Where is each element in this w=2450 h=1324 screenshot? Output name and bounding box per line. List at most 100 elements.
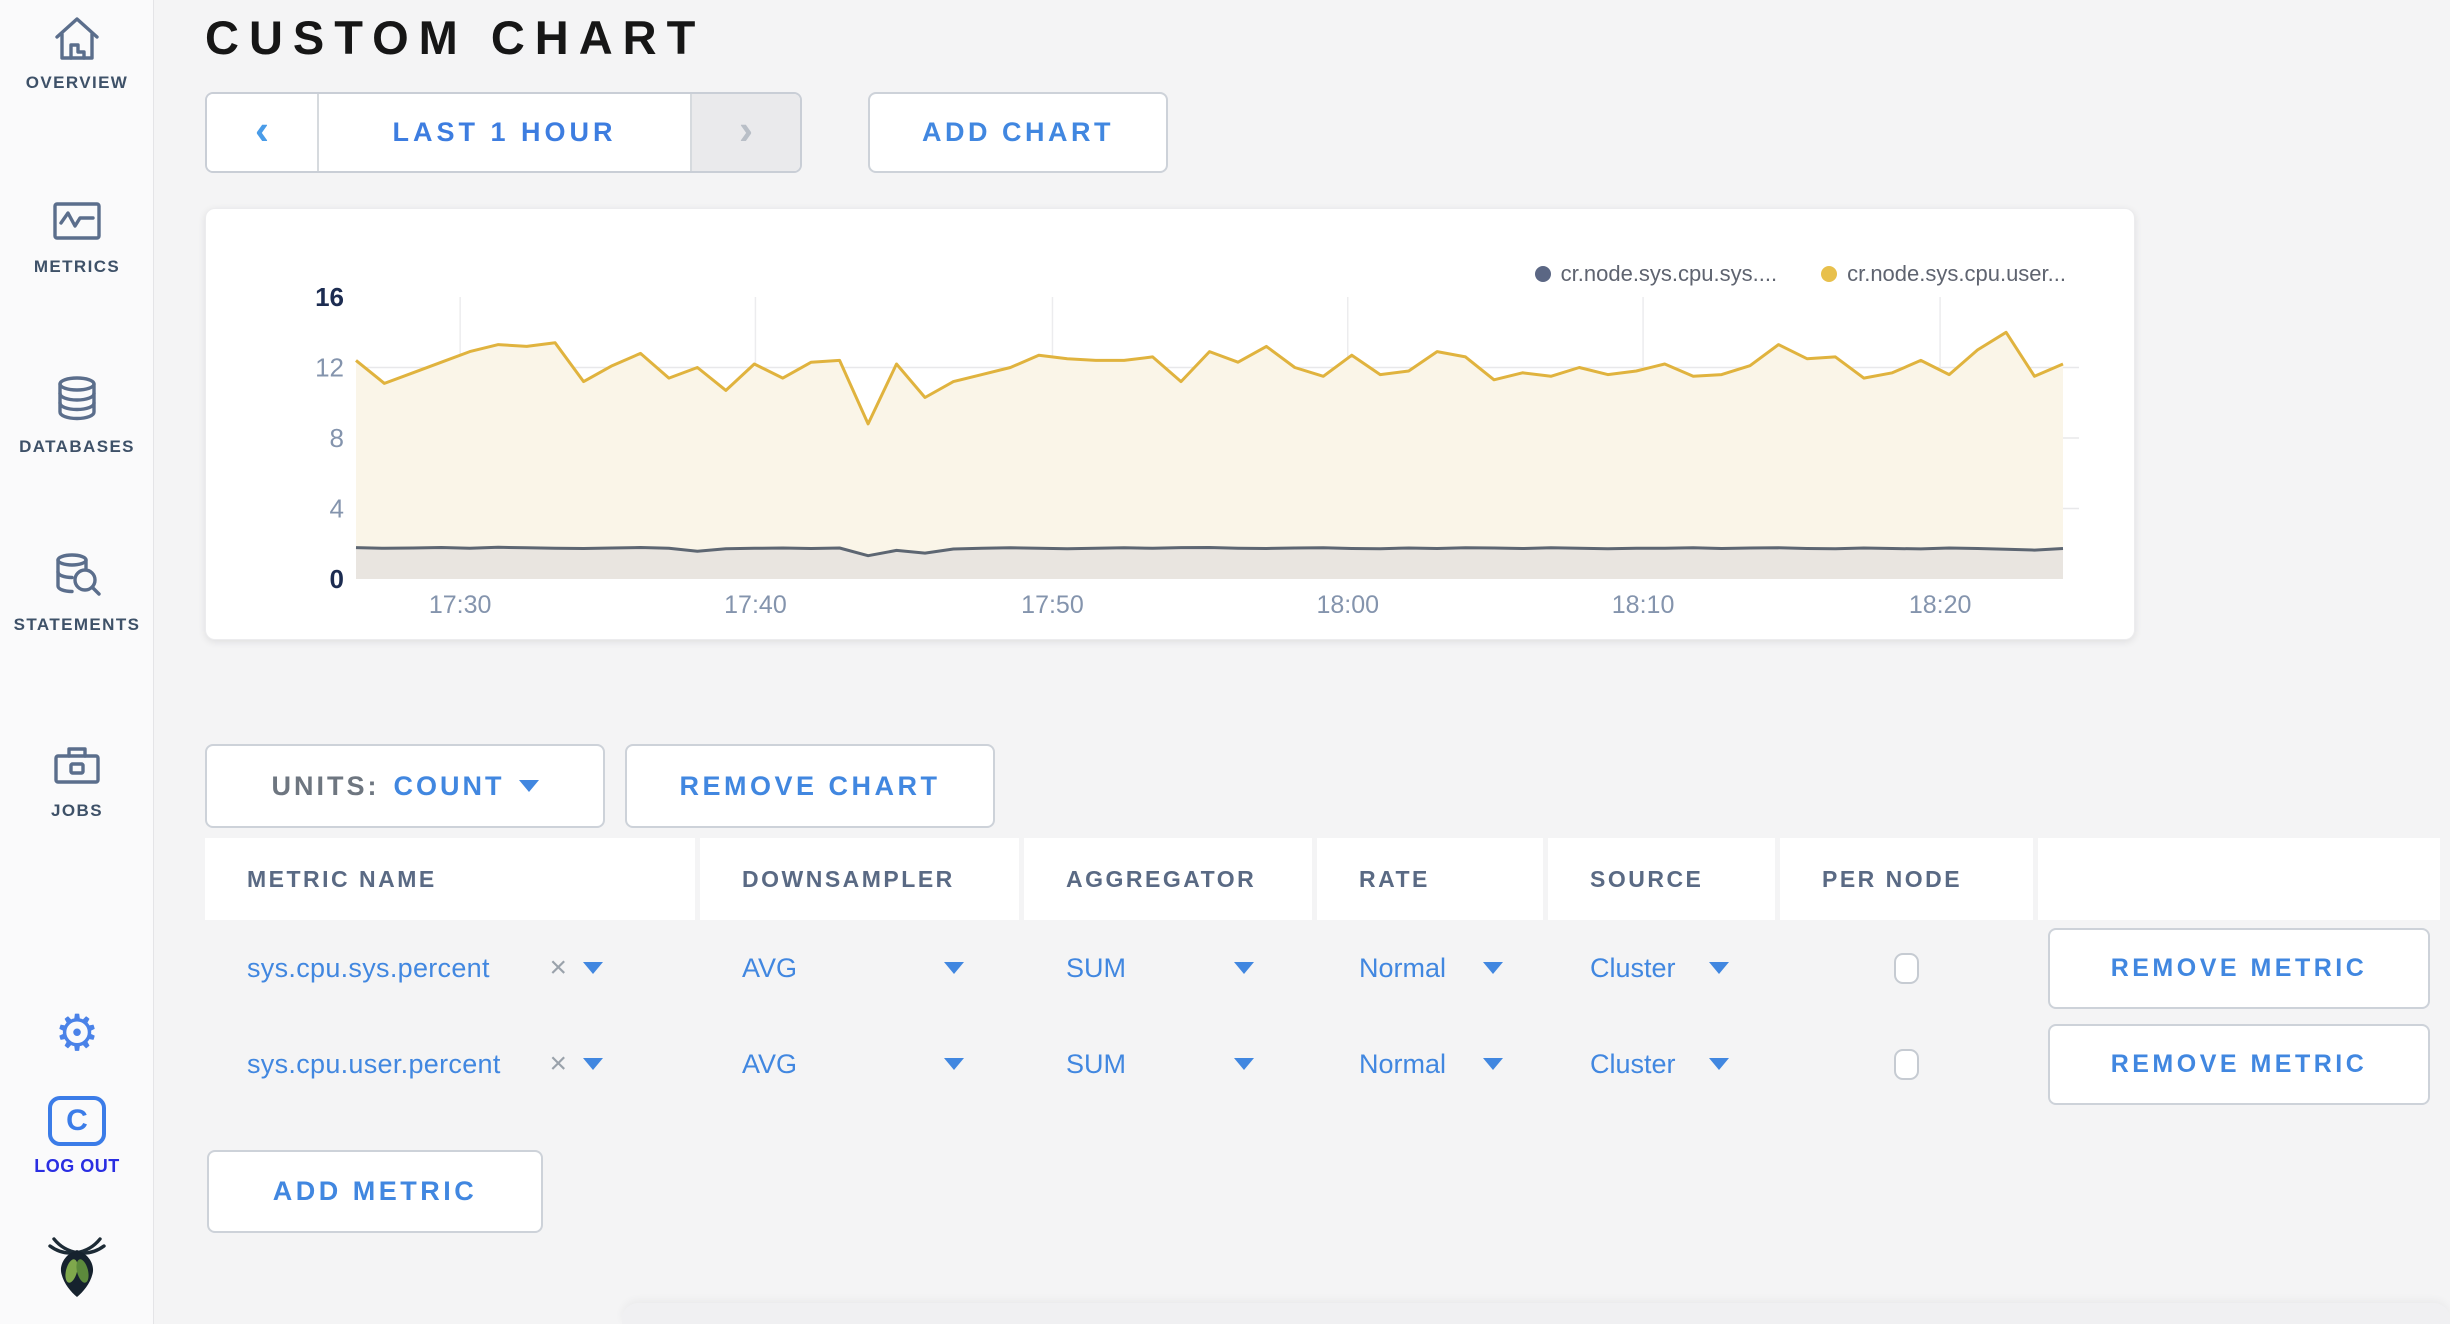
legend-dot-user-icon xyxy=(1821,266,1838,282)
clear-metric-icon[interactable]: × xyxy=(549,1047,567,1081)
svg-text:17:40: 17:40 xyxy=(724,591,787,619)
cockroach-bug-logo xyxy=(0,1234,154,1300)
per-node-cell xyxy=(1780,1016,2033,1112)
caret-down-icon[interactable] xyxy=(583,962,603,974)
caret-down-icon xyxy=(1483,1058,1503,1070)
add-chart-button[interactable]: ADD CHART xyxy=(868,92,1168,173)
header-metric-name: METRIC NAME xyxy=(205,838,695,920)
aggregator-value: SUM xyxy=(1066,1048,1126,1079)
caret-down-icon xyxy=(944,962,964,974)
source-value: Cluster xyxy=(1590,952,1676,983)
clear-metric-icon[interactable]: × xyxy=(549,951,567,985)
sidebar-item-metrics[interactable]: METRICS xyxy=(0,196,154,277)
metrics-table: METRIC NAME DOWNSAMPLER AGGREGATOR RATE … xyxy=(205,838,2440,1112)
chart-legend: cr.node.sys.cpu.sys.... cr.node.sys.cpu.… xyxy=(1534,261,2066,287)
sidebar-item-logout[interactable]: C LOG OUT xyxy=(0,1096,154,1177)
time-range-next-button[interactable]: › xyxy=(690,94,800,171)
metrics-graph-icon xyxy=(53,202,101,240)
metric-row-sys: sys.cpu.sys.percent × AVG SUM Normal Clu… xyxy=(205,920,2440,1016)
sidebar-label-jobs: JOBS xyxy=(51,801,103,820)
downsampler-value: AVG xyxy=(742,1048,798,1079)
svg-text:17:30: 17:30 xyxy=(429,591,492,619)
svg-text:12: 12 xyxy=(315,353,344,383)
header-rate: RATE xyxy=(1317,838,1543,920)
metrics-table-header-row: METRIC NAME DOWNSAMPLER AGGREGATOR RATE … xyxy=(205,838,2440,920)
legend-dot-sys-icon xyxy=(1534,266,1551,282)
caret-down-icon xyxy=(1709,962,1729,974)
next-card-edge xyxy=(622,1303,2450,1324)
legend-item-sys[interactable]: cr.node.sys.cpu.sys.... xyxy=(1534,261,1777,287)
aggregator-value: SUM xyxy=(1066,952,1126,983)
remove-metric-button[interactable]: REMOVE METRIC xyxy=(2048,927,2430,1009)
rate-dropdown[interactable]: Normal xyxy=(1317,920,1543,1016)
units-value: COUNT xyxy=(393,770,505,801)
remove-chart-button[interactable]: REMOVE CHART xyxy=(625,744,995,828)
per-node-checkbox[interactable] xyxy=(1894,1048,1919,1080)
add-metric-button[interactable]: ADD METRIC xyxy=(207,1150,543,1233)
time-range-value-button[interactable]: LAST 1 HOUR xyxy=(319,94,690,171)
sidebar-item-overview[interactable]: OVERVIEW xyxy=(0,14,154,93)
legend-item-user[interactable]: cr.node.sys.cpu.user... xyxy=(1821,261,2066,287)
source-dropdown[interactable]: Cluster xyxy=(1548,920,1775,1016)
sidebar-label-databases: DATABASES xyxy=(19,437,135,456)
aggregator-dropdown[interactable]: SUM xyxy=(1024,920,1312,1016)
caret-down-icon xyxy=(944,1058,964,1070)
rate-value: Normal xyxy=(1359,952,1447,983)
database-search-icon xyxy=(56,553,101,596)
action-cell: REMOVE METRIC xyxy=(2038,1016,2440,1112)
page-title: CUSTOM CHART xyxy=(205,11,706,64)
downsampler-dropdown[interactable]: AVG xyxy=(700,920,1019,1016)
caret-down-icon xyxy=(518,780,539,792)
sidebar-label-metrics: METRICS xyxy=(33,257,121,276)
database-icon xyxy=(58,376,96,421)
rate-dropdown[interactable]: Normal xyxy=(1317,1016,1543,1112)
svg-text:17:50: 17:50 xyxy=(1021,591,1084,619)
sidebar-item-databases[interactable]: DATABASES xyxy=(0,372,154,457)
action-cell: REMOVE METRIC xyxy=(2038,920,2440,1016)
header-aggregator: AGGREGATOR xyxy=(1024,838,1312,920)
units-label: UNITS: xyxy=(271,770,380,801)
legend-label-user: cr.node.sys.cpu.user... xyxy=(1847,261,2066,286)
caret-down-icon xyxy=(1234,1058,1254,1070)
caret-down-icon xyxy=(1483,962,1503,974)
header-downsampler: DOWNSAMPLER xyxy=(700,838,1019,920)
caret-down-icon xyxy=(1709,1058,1729,1070)
custom-chart-page: OVERVIEW METRICS DATABASES STATEMENTS JO… xyxy=(0,0,2450,1324)
settings-button[interactable]: ⚙ xyxy=(0,1008,154,1058)
metric-name-value: sys.cpu.user.percent xyxy=(247,1048,501,1079)
remove-metric-button[interactable]: REMOVE METRIC xyxy=(2048,1023,2430,1105)
svg-text:18:00: 18:00 xyxy=(1316,591,1379,619)
c-logo-letter: C xyxy=(66,1104,88,1137)
per-node-checkbox[interactable] xyxy=(1894,952,1919,984)
caret-down-icon[interactable] xyxy=(583,1058,603,1070)
logout-label: LOG OUT xyxy=(34,1156,120,1176)
aggregator-dropdown[interactable]: SUM xyxy=(1024,1016,1312,1112)
cockroach-bug-icon xyxy=(48,1237,106,1297)
svg-text:0: 0 xyxy=(330,564,344,594)
sidebar-label-statements: STATEMENTS xyxy=(13,615,141,634)
source-value: Cluster xyxy=(1590,1048,1676,1079)
metric-name-value: sys.cpu.sys.percent xyxy=(247,952,490,983)
svg-text:4: 4 xyxy=(330,494,344,524)
metric-row-user: sys.cpu.user.percent × AVG SUM Normal Cl… xyxy=(205,1016,2440,1112)
metric-name-cell[interactable]: sys.cpu.sys.percent × xyxy=(205,920,695,1016)
downsampler-dropdown[interactable]: AVG xyxy=(700,1016,1019,1112)
rate-value: Normal xyxy=(1359,1048,1447,1079)
chart-card: cr.node.sys.cpu.sys.... cr.node.sys.cpu.… xyxy=(205,208,2135,640)
caret-down-icon xyxy=(1234,962,1254,974)
briefcase-icon xyxy=(54,747,100,784)
sidebar: OVERVIEW METRICS DATABASES STATEMENTS JO… xyxy=(0,0,154,1324)
source-dropdown[interactable]: Cluster xyxy=(1548,1016,1775,1112)
per-node-cell xyxy=(1780,920,2033,1016)
home-icon xyxy=(55,17,99,60)
time-range-prev-button[interactable]: ‹ xyxy=(207,94,319,171)
header-per-node: PER NODE xyxy=(1780,838,2033,920)
svg-text:16: 16 xyxy=(315,282,344,312)
sidebar-item-statements[interactable]: STATEMENTS xyxy=(0,550,154,635)
chevron-left-icon: ‹ xyxy=(255,105,269,153)
sidebar-item-jobs[interactable]: JOBS xyxy=(0,740,154,821)
units-dropdown[interactable]: UNITS: COUNT xyxy=(205,744,605,828)
svg-text:18:10: 18:10 xyxy=(1612,591,1675,619)
metric-name-cell[interactable]: sys.cpu.user.percent × xyxy=(205,1016,695,1112)
gear-icon: ⚙ xyxy=(54,1005,100,1061)
